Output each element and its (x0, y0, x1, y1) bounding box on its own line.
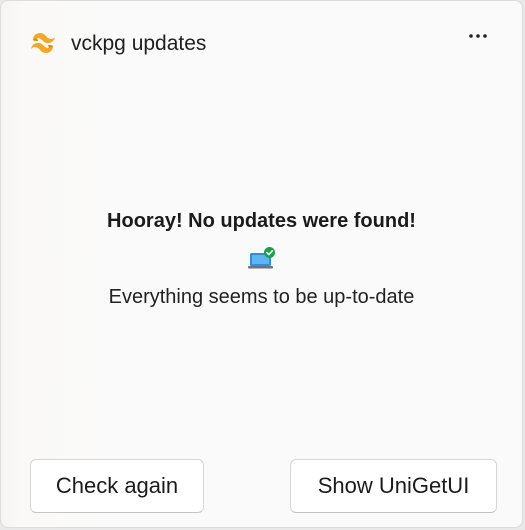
widget-header: vckpg updates (1, 1, 522, 85)
empty-state: Hooray! No updates were found! Everythin… (1, 206, 522, 310)
widget-title: vckpg updates (71, 32, 207, 55)
check-again-button[interactable]: Check again (30, 459, 204, 513)
unigetui-logo-icon (31, 32, 55, 54)
show-unigetui-button[interactable]: Show UniGetUI (290, 459, 497, 513)
laptop-check-icon (247, 247, 275, 269)
empty-state-headline: Hooray! No updates were found! (107, 210, 416, 232)
more-options-button[interactable] (459, 21, 497, 51)
widget-panel: vckpg updates Hooray! No updates were fo… (0, 0, 523, 528)
more-dots-icon (469, 34, 487, 38)
empty-state-subtext: Everything seems to be up-to-date (108, 286, 415, 308)
